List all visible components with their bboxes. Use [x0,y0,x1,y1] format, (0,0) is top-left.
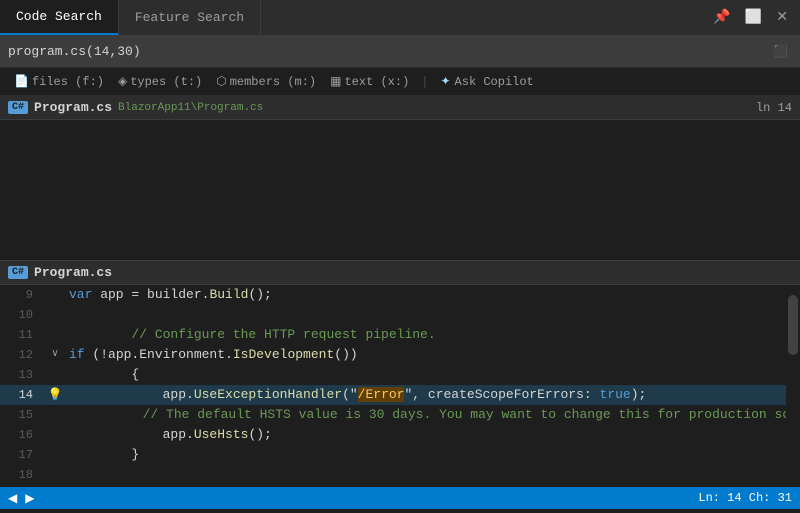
tab-code-search-label: Code Search [16,9,102,24]
line-number: 14 [0,385,45,405]
scrollbar-thumb[interactable] [788,295,798,355]
line-content: if (!app.Environment.IsDevelopment()) [65,345,800,365]
filter-members-label: members (m:) [230,75,316,89]
restore-icon[interactable]: ⬜ [741,7,766,28]
ask-copilot-button[interactable]: ✦ Ask Copilot [434,72,539,91]
files-icon: 📄 [14,74,29,89]
code-lines: 9 var app = builder.Build(); 10 11 // Co… [0,285,800,505]
search-dropdown-button[interactable]: ⬛ [769,42,792,61]
table-row: 9 var app = builder.Build(); [0,285,800,305]
table-row: 18 [0,465,800,485]
code-filename: Program.cs [34,265,112,280]
result-line-info: ln 14 [756,101,792,115]
filter-types-label: types (t:) [130,75,202,89]
table-row: 15 // The default HSTS value is 30 days.… [0,405,800,425]
line-number: 17 [0,445,45,465]
table-row: 13 { [0,365,800,385]
copilot-icon: ✦ [440,74,450,89]
filter-bar: 📄 files (f:) ◈ types (t:) ⬡ members (m:)… [0,68,800,96]
table-row: 12 ∨ if (!app.Environment.IsDevelopment(… [0,345,800,365]
line-content: { [65,365,800,385]
line-indicator: ∨ [45,345,65,365]
filter-separator: | [417,75,432,89]
status-arrow-right[interactable]: ▶ [25,491,34,506]
filter-members[interactable]: ⬡ members (m:) [210,72,322,91]
line-content: app.UseHsts(); [65,425,800,445]
status-bar: ◀ ▶ Ln: 14 Ch: 31 [0,487,800,509]
result-path: BlazorApp11\Program.cs [118,102,263,114]
result-filename: Program.cs [34,100,112,115]
types-icon: ◈ [118,74,127,89]
line-content: var app = builder.Build(); [65,285,800,305]
filter-text-label: text (x:) [344,75,409,89]
line-content: // The default HSTS value is 30 days. Yo… [45,405,800,425]
ask-copilot-label: Ask Copilot [455,75,534,89]
tab-feature-search[interactable]: Feature Search [119,0,261,35]
filter-files-label: files (f:) [32,75,104,89]
tab-code-search[interactable]: Code Search [0,0,119,35]
status-line-col: Ln: 14 Ch: 31 [698,491,792,505]
line-number: 16 [0,425,45,445]
text-icon: ▦ [330,74,341,89]
result-header: C# Program.cs BlazorApp11\Program.cs ln … [0,96,800,120]
table-row: 14 💡 app.UseExceptionHandler("/Error", c… [0,385,800,405]
filter-files[interactable]: 📄 files (f:) [8,72,110,91]
line-number: 18 [0,465,45,485]
code-panel: C# Program.cs 9 var app = builder.Build(… [0,260,800,513]
line-indicator: 💡 [45,385,65,405]
search-input[interactable] [8,44,765,59]
line-content: // Configure the HTTP request pipeline. [65,325,800,345]
filter-text[interactable]: ▦ text (x:) [324,72,415,91]
table-row: 16 app.UseHsts(); [0,425,800,445]
search-bar: ⬛ [0,36,800,68]
line-number: 12 [0,345,45,365]
line-number: 13 [0,365,45,385]
cs-badge: C# [8,101,28,114]
pin-icon[interactable]: 📌 [709,7,734,28]
line-number: 9 [0,285,45,305]
code-cs-badge: C# [8,266,28,279]
table-row: 11 // Configure the HTTP request pipelin… [0,325,800,345]
title-bar-actions: 📌 ⬜ ✕ [701,0,800,35]
filter-types[interactable]: ◈ types (t:) [112,72,208,91]
scrollbar[interactable] [786,285,800,513]
table-row: 17 } [0,445,800,465]
result-space [0,120,800,260]
table-row: 10 [0,305,800,325]
tab-feature-search-label: Feature Search [135,10,244,25]
code-editor[interactable]: 9 var app = builder.Build(); 10 11 // Co… [0,285,800,513]
title-bar: Code Search Feature Search 📌 ⬜ ✕ [0,0,800,36]
line-number: 10 [0,305,45,325]
line-number: 15 [0,405,45,425]
members-icon: ⬡ [216,74,226,89]
line-content: app.UseExceptionHandler("/Error", create… [65,385,800,405]
line-content: } [65,445,800,465]
status-arrow-left[interactable]: ◀ [8,491,17,506]
close-icon[interactable]: ✕ [772,7,792,28]
status-bar-right: Ln: 14 Ch: 31 [698,491,792,505]
line-number: 11 [0,325,45,345]
code-header: C# Program.cs [0,261,800,285]
